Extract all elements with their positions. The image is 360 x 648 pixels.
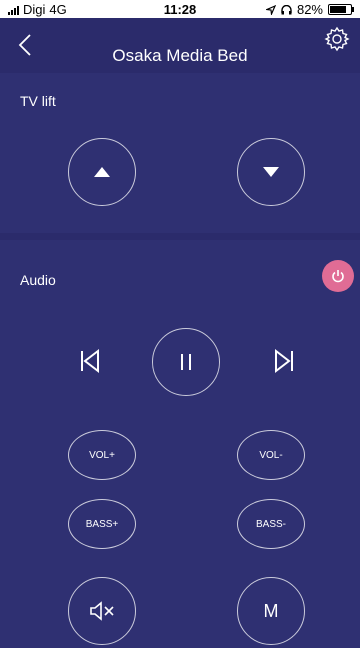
skip-forward-icon[interactable] [270,347,298,375]
battery-percent: 82% [296,2,323,17]
battery-fill [330,6,346,13]
status-bar: Digi 4G 11:28 82% [0,0,360,18]
audio-panel: Audio VOL+ VOL- BASS+ BASS- M [0,240,360,648]
play-pause-button[interactable] [152,328,220,396]
skip-back-icon[interactable] [76,347,104,375]
battery-icon [328,4,354,15]
vol-down-button[interactable]: VOL- [237,430,305,480]
gear-icon[interactable] [324,26,350,52]
mode-button[interactable]: M [237,577,305,645]
bass-up-button[interactable]: BASS+ [68,499,136,549]
mute-button[interactable] [68,577,136,645]
vol-up-button[interactable]: VOL+ [68,430,136,480]
status-right: 82% [265,2,354,17]
triangle-down-icon [263,167,279,177]
tv-lift-label: TV lift [20,93,56,109]
bass-down-button[interactable]: BASS- [237,499,305,549]
page-title: Osaka Media Bed [112,46,248,65]
audio-label: Audio [20,272,56,288]
headphones-icon [281,4,292,14]
tv-lift-panel: TV lift [0,73,360,233]
speaker-mute-icon [90,601,114,621]
tv-lift-down-button[interactable] [237,138,305,206]
power-button[interactable] [322,260,354,292]
nav-bar: Osaka Media Bed [0,18,360,73]
power-icon [332,270,344,283]
tv-lift-up-button[interactable] [68,138,136,206]
triangle-up-icon [94,167,110,177]
location-icon [265,4,276,15]
pause-icon [181,354,191,370]
